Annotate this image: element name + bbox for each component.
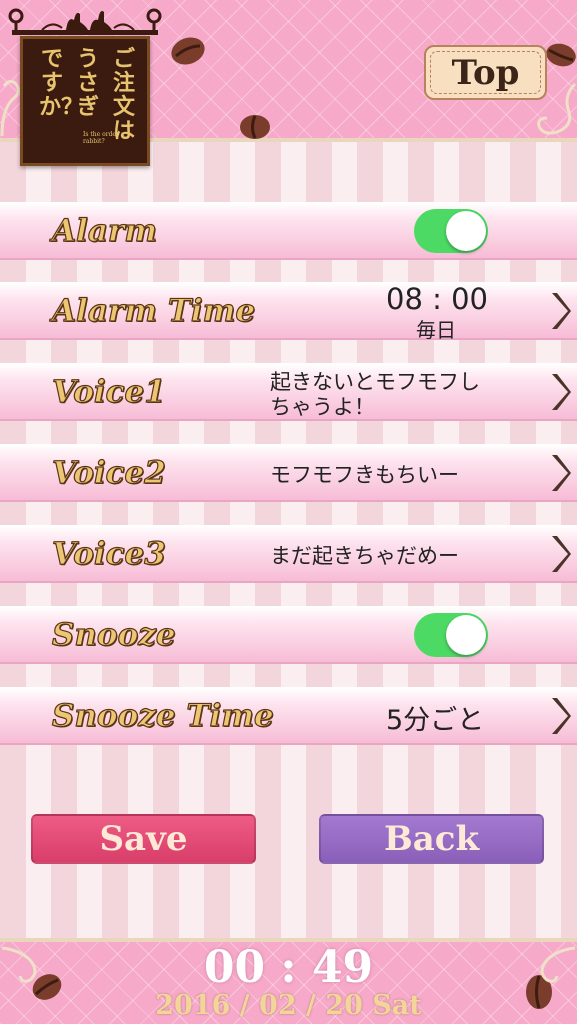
voice3-value: まだ起きちゃだめー xyxy=(270,544,459,568)
logo-title-col-1: ご注文は xyxy=(112,46,135,144)
coffee-bean-icon xyxy=(171,37,205,65)
clock-date: 2016 / 02 / 20 Sat xyxy=(155,990,422,1021)
voice3-label: Voice3 xyxy=(51,535,166,572)
clock-time: 00 : 49 xyxy=(203,942,374,993)
snooze-time-row[interactable]: Snooze Time 5分ごと xyxy=(0,687,577,745)
voice2-value: モフモフきもちいー xyxy=(270,463,459,487)
voice2-label: Voice2 xyxy=(51,454,166,491)
logo-title-col-3: ですか？ xyxy=(39,46,84,120)
footer-clock-bar: 00 : 49 2016 / 02 / 20 Sat xyxy=(0,938,577,1024)
save-button[interactable]: Save xyxy=(31,814,256,864)
snooze-row: Snooze xyxy=(0,606,577,664)
alarm-time-value: 08 : 00 xyxy=(386,282,489,316)
logo-hanger xyxy=(8,8,162,35)
voice1-label: Voice1 xyxy=(51,373,166,410)
snooze-time-value: 5分ごと xyxy=(386,705,485,736)
alarm-label: Alarm xyxy=(51,212,158,249)
alarm-time-label: Alarm Time xyxy=(51,292,256,329)
voice3-row[interactable]: Voice3 まだ起きちゃだめー xyxy=(0,525,577,583)
alarm-row: Alarm xyxy=(0,202,577,260)
top-button[interactable]: Top xyxy=(424,45,547,100)
coffee-bean-icon xyxy=(546,43,576,67)
voice1-row[interactable]: Voice1 起きないとモフモフし ちゃうよ！ xyxy=(0,363,577,421)
snooze-toggle[interactable] xyxy=(414,612,488,657)
back-button[interactable]: Back xyxy=(319,814,544,864)
app-logo: ご注文は うさぎ ですか？ Is the order a rabbit? xyxy=(20,36,150,166)
snooze-label: Snooze xyxy=(51,616,176,653)
chevron-right-icon xyxy=(552,292,571,329)
alarm-time-row[interactable]: Alarm Time 08 : 00 毎日 xyxy=(0,282,577,342)
chevron-right-icon xyxy=(552,697,571,734)
snooze-time-label: Snooze Time xyxy=(51,697,274,734)
rabbit-icon xyxy=(66,12,88,30)
alarm-repeat-value: 毎日 xyxy=(416,318,456,342)
logo-subtitle: Is the order a rabbit? xyxy=(83,131,125,145)
voice2-row[interactable]: Voice2 モフモフきもちいー xyxy=(0,444,577,502)
chevron-right-icon xyxy=(552,454,571,491)
chevron-right-icon xyxy=(552,535,571,572)
chevron-right-icon xyxy=(552,373,571,410)
app-header: ご注文は うさぎ ですか？ Is the order a rabbit? Top xyxy=(0,0,577,166)
ornament-left xyxy=(0,79,21,137)
voice1-value-line2: ちゃうよ！ xyxy=(270,395,375,419)
alarm-toggle[interactable] xyxy=(414,208,488,253)
coffee-bean-icon xyxy=(240,115,270,139)
